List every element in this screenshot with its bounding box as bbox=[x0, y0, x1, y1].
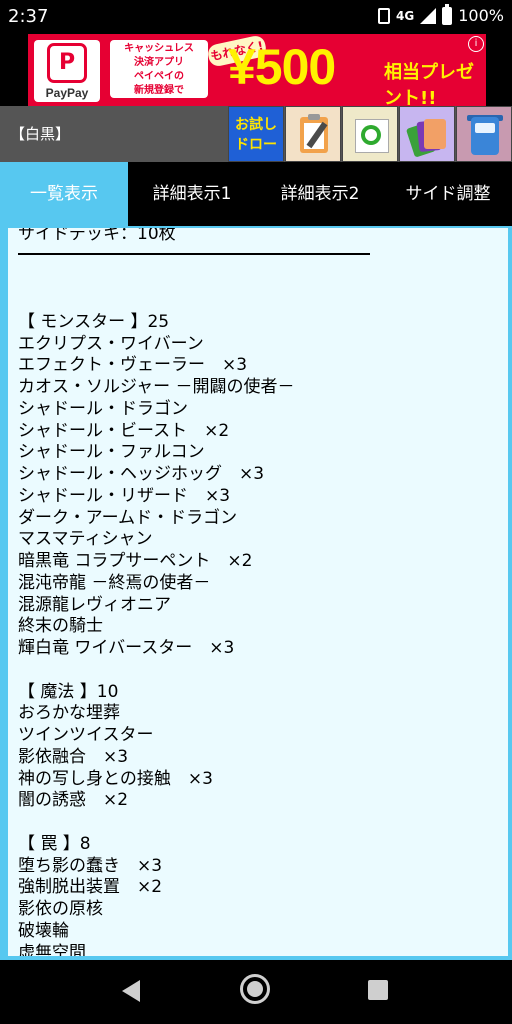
deck-list-line: 闇の誘惑 ×2 bbox=[18, 790, 129, 811]
deck-list-line: 輝白竜 ワイバースター ×3 bbox=[18, 638, 235, 658]
side-deck-line: サイドデッキ：10枚 bbox=[18, 228, 176, 244]
content-area: サイドデッキ：10枚 【 モンスター 】25 エクリプス・ワイバーン エフェクト・ヴ… bbox=[0, 226, 512, 960]
status-time: 2:37 bbox=[8, 6, 49, 27]
deck-list-line: 虚無空間 bbox=[18, 942, 86, 957]
paypay-logo: P PayPay bbox=[34, 40, 100, 102]
ad-banner[interactable]: P PayPay キャッシュレス 決済アプリ ペイペイの 新規登録で もれなく!… bbox=[28, 34, 486, 106]
status-bar: 2:37 4G 100% bbox=[0, 0, 512, 34]
ad-badge-line: 新規登録で bbox=[134, 85, 184, 96]
tab-bar: 一覧表示 詳細表示1 詳細表示2 サイド調整 bbox=[0, 162, 512, 226]
refresh-button[interactable] bbox=[342, 106, 398, 162]
battery-level: 100% bbox=[458, 6, 504, 25]
battery-icon bbox=[442, 3, 453, 25]
cards-button[interactable] bbox=[399, 106, 455, 162]
tab-side-adjust[interactable]: サイド調整 bbox=[384, 162, 512, 226]
trial-draw-button[interactable]: お試しドロー bbox=[228, 106, 284, 162]
ad-badge: キャッシュレス 決済アプリ ペイペイの 新規登録で bbox=[110, 40, 208, 98]
ad-amount: ¥500 bbox=[228, 39, 336, 95]
tab-list-view[interactable]: 一覧表示 bbox=[0, 162, 128, 226]
deck-title: 【白黒】 bbox=[10, 125, 71, 143]
home-icon-dot bbox=[247, 981, 263, 997]
status-icons: 4G 100% bbox=[378, 3, 504, 25]
vibrate-icon bbox=[378, 7, 391, 24]
deck-list-panel[interactable]: サイドデッキ：10枚 【 モンスター 】25 エクリプス・ワイバーン エフェクト・ヴ… bbox=[8, 228, 508, 956]
recent-apps-icon[interactable] bbox=[368, 980, 388, 1000]
signal-icon bbox=[420, 7, 437, 24]
trash-button[interactable] bbox=[456, 106, 512, 162]
memo-button[interactable] bbox=[285, 106, 341, 162]
back-icon[interactable] bbox=[122, 980, 140, 1002]
ad-badge-line: 決済アプリ bbox=[134, 57, 184, 68]
tab-detail-1[interactable]: 詳細表示1 bbox=[128, 162, 256, 226]
network-type: 4G bbox=[396, 8, 415, 23]
navigation-bar bbox=[0, 960, 512, 1024]
ad-present-text: 相当プレゼント!! bbox=[384, 62, 474, 106]
ad-info-icon[interactable]: i bbox=[468, 36, 484, 52]
tab-detail-2[interactable]: 詳細表示2 bbox=[256, 162, 384, 226]
paypay-logo-text: PayPay bbox=[45, 85, 89, 100]
divider bbox=[18, 253, 370, 255]
ad-badge-line: ペイペイの bbox=[134, 71, 184, 82]
ad-badge-line: キャッシュレス bbox=[124, 43, 194, 54]
paypay-logo-mark: P bbox=[47, 42, 87, 83]
